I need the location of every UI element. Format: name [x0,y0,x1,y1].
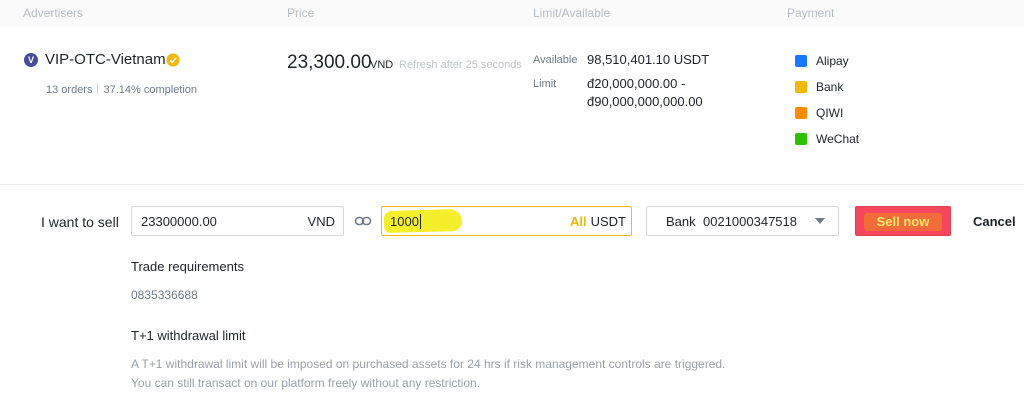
header-price: Price [287,6,315,20]
price-value: 23,300.00 [287,52,372,73]
payment-bank: Bank [795,80,843,94]
amount-input[interactable]: 23300000.00 VND [131,206,344,236]
qiwi-icon [795,107,807,119]
withdrawal-limit-line1: A T+1 withdrawal limit will be imposed o… [131,357,726,371]
amount-value[interactable]: 23300000.00 [141,214,217,229]
payment-label: Bank [816,80,844,94]
bank-name: Bank [666,214,696,229]
completion-rate: 37.14% completion [103,84,198,96]
available-label: Available [533,54,578,66]
payment-qiwi: QIWI [795,106,843,120]
quantity-unit: USDT [590,214,626,229]
bank-select[interactable]: Bank 0021000347518 [646,206,839,236]
limit-label: Limit [533,78,557,90]
trade-requirements-text: 0835336688 [131,288,198,302]
limit-max: đ90,000,000,000.00 [587,94,703,109]
verified-badge-icon [166,53,180,67]
header-advertisers: Advertisers [23,6,84,20]
link-icon [354,216,372,226]
amount-unit: VND [307,214,335,229]
wechat-icon [795,133,807,145]
sell-label: I want to sell [41,214,119,230]
advertiser-stats: 13 orders 37.14% completion [46,84,197,96]
refresh-timer: Refresh after 25 seconds [399,59,522,71]
header-payment: Payment [787,6,835,20]
bank-icon [795,81,807,93]
limit-min: đ20,000,000.00 - [587,76,686,91]
quantity-value[interactable]: 1000 [390,214,419,229]
trade-requirements-title: Trade requirements [131,259,244,274]
avatar: V [24,53,38,67]
available-value: 98,510,401.10 USDT [587,52,710,67]
orders-count: 13 orders [46,84,93,96]
payment-label: QIWI [816,106,844,120]
payment-label: Alipay [816,54,849,68]
advertiser-name[interactable]: VIP-OTC-Vietnam [45,51,166,68]
payment-alipay: Alipay [795,54,849,68]
payment-wechat: WeChat [795,132,859,146]
price-currency: VND [370,59,394,71]
table-header: Advertisers Price Limit/Available Paymen… [0,0,1024,26]
row-divider [0,184,1024,185]
stats-divider [97,84,99,94]
header-limit-available: Limit/Available [533,6,611,20]
payment-label: WeChat [816,132,860,146]
bank-account: 0021000347518 [703,214,797,229]
text-caret [420,214,421,229]
withdrawal-limit-line2: You can still transact on our platform f… [131,376,481,390]
sell-now-button[interactable]: Sell now [855,206,951,236]
all-button[interactable]: All [570,214,587,229]
sell-now-label: Sell now [876,214,930,229]
alipay-icon [795,55,807,67]
cancel-button[interactable]: Cancel [973,214,1016,229]
quantity-input[interactable]: 1000 All USDT [381,206,632,236]
withdrawal-limit-title: T+1 withdrawal limit [131,328,246,343]
chevron-down-icon[interactable] [815,218,825,224]
